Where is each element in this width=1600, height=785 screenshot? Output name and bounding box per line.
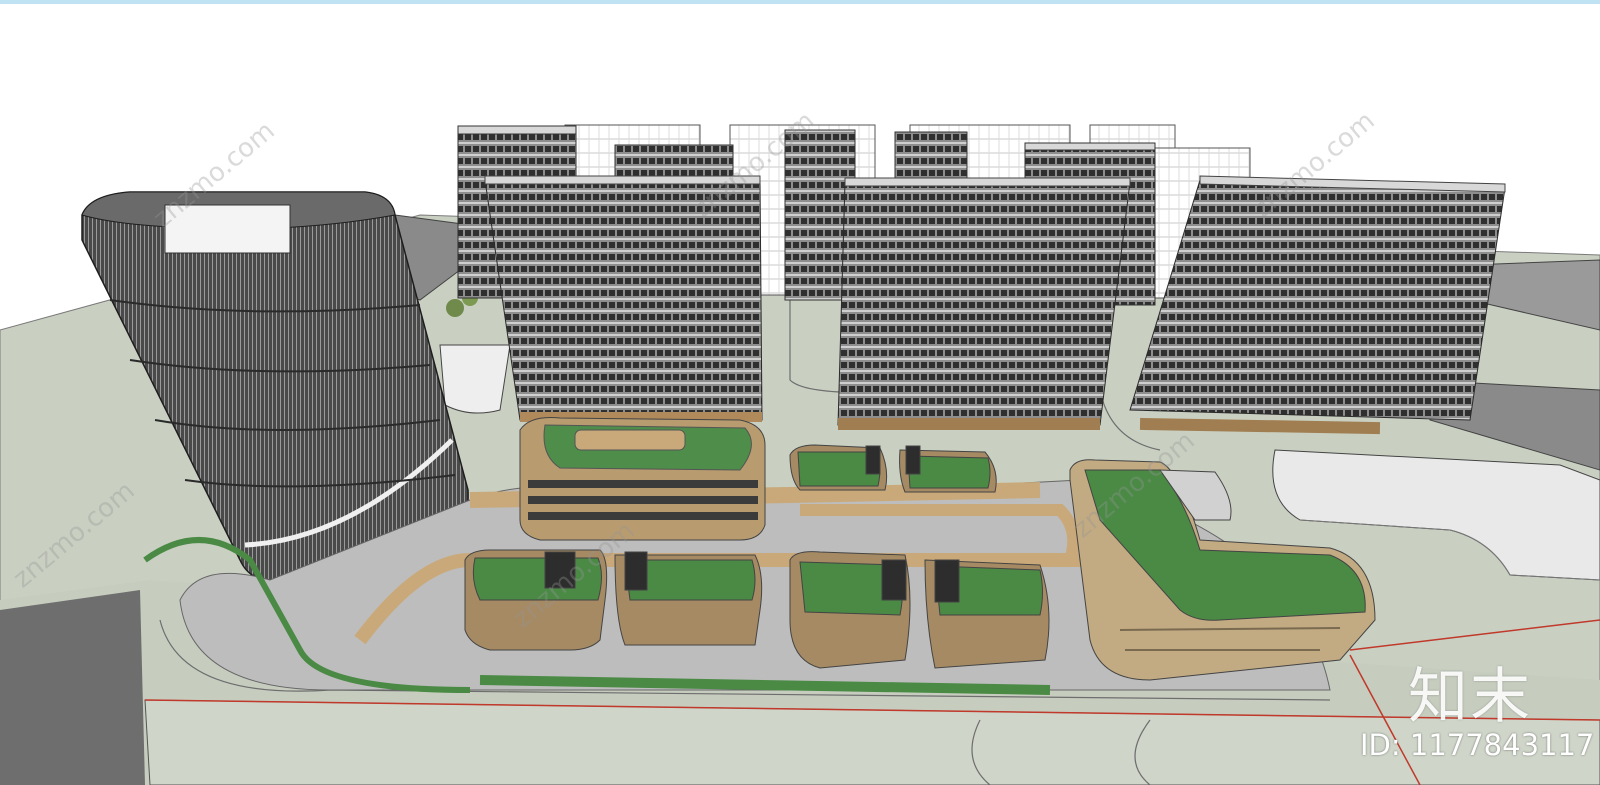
terraced-podium-building (519, 417, 766, 541)
residential-tower-b (837, 177, 1131, 430)
brand-logo: 知末 (1408, 662, 1532, 732)
model-viewport: znzmo.com znzmo.com znzmo.com znzmo.com … (0, 0, 1600, 785)
image-id-label: ID: 1177843117 (1360, 728, 1595, 762)
